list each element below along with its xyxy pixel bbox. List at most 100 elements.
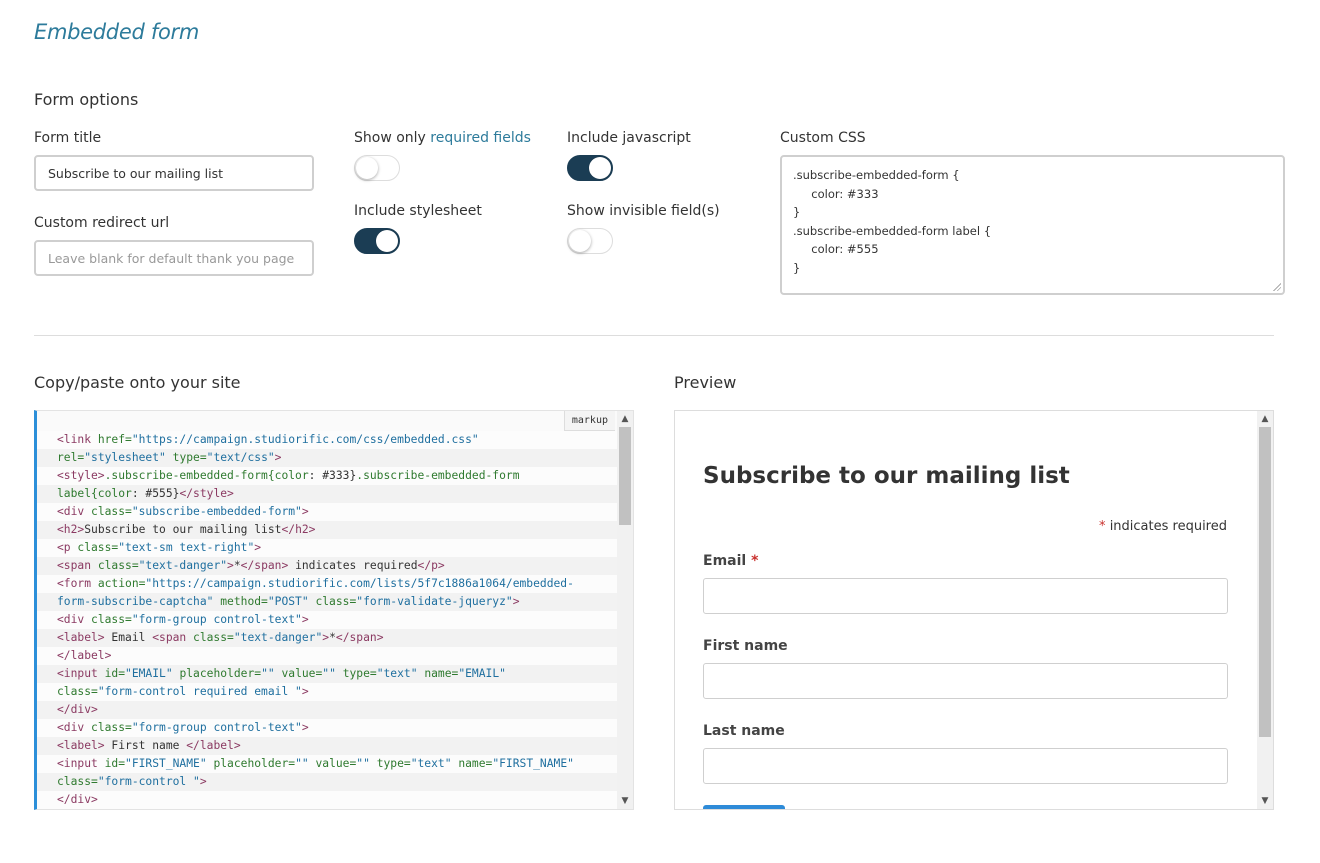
code-token: "text/css" (206, 451, 275, 464)
code-token: "text-sm text-right" (118, 541, 255, 554)
code-token: Email (104, 631, 153, 644)
resize-handle-icon[interactable] (1272, 282, 1281, 291)
code-token: <input (57, 757, 105, 770)
first-name-input[interactable] (703, 663, 1228, 699)
code-line: </div> (37, 701, 633, 719)
code-token: "FIRST_NAME" (492, 757, 574, 770)
code-token: <link (57, 433, 98, 446)
code-token: * (233, 559, 241, 572)
code-token: "https://campaign.studiorific.com/lists/… (145, 577, 574, 590)
code-line: <div class="form-group control-text"> (37, 719, 633, 737)
css-line: } (793, 260, 801, 275)
required-fields-link[interactable]: required fields (430, 130, 531, 146)
scroll-thumb[interactable] (1259, 427, 1271, 737)
code-token: method= (220, 595, 268, 608)
code-line: <link href="https://campaign.studiorific… (37, 431, 633, 449)
code-token: name= (458, 757, 493, 770)
code-line: class="form-control required email "> (37, 683, 633, 701)
code-token: </span> (240, 559, 289, 572)
email-label: Email * (703, 553, 758, 569)
code-token: "https://campaign.studiorific.com/css/em… (131, 433, 479, 446)
toggle-knob (569, 230, 591, 252)
code-token: "POST" (267, 595, 316, 608)
code-token: "form-group control-text" (131, 721, 302, 734)
code-token: "text-danger" (138, 559, 228, 572)
code-line: <h2>Subscribe to our mailing list</h2> (37, 521, 633, 539)
code-token: <form (57, 577, 98, 590)
css-line: } (793, 205, 801, 219)
code-token: </label> (186, 739, 241, 752)
code-token: </p> (417, 559, 445, 572)
scroll-up-icon[interactable]: ▲ (1257, 411, 1273, 427)
code-scrollbar[interactable]: ▲ ▼ (617, 411, 633, 809)
code-token: "EMAIL" (125, 667, 180, 680)
redirect-url-input[interactable] (34, 240, 314, 276)
css-line: color: #555 (793, 242, 879, 256)
toggle-knob (356, 157, 378, 179)
include-javascript-label: Include javascript (567, 130, 691, 146)
last-name-input[interactable] (703, 748, 1228, 784)
code-token: "EMAIL" (458, 667, 506, 680)
code-token: First name (104, 739, 187, 752)
code-token: </h2> (281, 523, 316, 536)
toggle-knob (376, 230, 398, 252)
code-token: form-subscribe-captcha" (57, 595, 221, 608)
scroll-thumb[interactable] (619, 427, 631, 525)
scroll-down-icon[interactable]: ▼ (617, 793, 633, 809)
code-token: "" (356, 757, 377, 770)
code-token: > (227, 559, 234, 572)
email-label-text: Email (703, 553, 747, 569)
code-token: "form-group control-text" (131, 613, 302, 626)
code-token: class= (91, 721, 132, 734)
code-token: class= (315, 595, 357, 608)
css-line: .subscribe-embedded-form { (793, 168, 960, 182)
code-line: <input id="EMAIL" placeholder="" value="… (37, 665, 633, 683)
show-invisible-toggle[interactable] (567, 228, 613, 254)
subscribe-button[interactable] (703, 805, 785, 809)
code-line: class="form-control "> (37, 773, 633, 791)
code-line: <p class="text-sm text-right"> (37, 539, 633, 557)
code-token: "" (295, 757, 316, 770)
scroll-up-icon[interactable]: ▲ (617, 411, 633, 427)
code-token: </div> (57, 703, 98, 716)
scroll-down-icon[interactable]: ▼ (1257, 793, 1273, 809)
first-name-label: First name (703, 638, 788, 654)
css-line: color: #333 (793, 186, 879, 201)
form-options-title: Form options (34, 90, 139, 109)
code-token: class= (193, 631, 234, 644)
code-token: > (254, 541, 262, 554)
code-token: name= (424, 667, 459, 680)
required-star: * (1099, 519, 1106, 534)
code-token: class= (91, 613, 132, 626)
custom-css-textarea[interactable]: .subscribe-embedded-form { color: #333 }… (780, 155, 1285, 295)
code-line: rel="stylesheet" type="text/css"> (37, 449, 633, 467)
toggle-knob (589, 157, 611, 179)
code-token: "form-control " (97, 775, 200, 788)
code-token: id= (104, 757, 126, 770)
required-only-toggle[interactable] (354, 155, 400, 181)
include-javascript-toggle[interactable] (567, 155, 613, 181)
required-only-prefix: Show only (354, 130, 426, 146)
code-token: <div (57, 613, 92, 626)
code-token: Subscribe to our mailing list (84, 523, 282, 536)
code-token: indicates required (288, 559, 418, 572)
code-line: </div> (37, 791, 633, 809)
code-token: "text" (376, 667, 425, 680)
code-token: <div (57, 721, 92, 734)
code-token: type= (376, 757, 411, 770)
preview-scrollbar[interactable]: ▲ ▼ (1257, 411, 1273, 809)
code-token: <h2> (57, 523, 85, 536)
css-line: .subscribe-embedded-form label { (793, 223, 992, 238)
code-line: <style>.subscribe-embedded-form{color: #… (37, 467, 633, 485)
include-stylesheet-label: Include stylesheet (354, 203, 482, 219)
form-title-input[interactable] (34, 155, 314, 191)
code-panel[interactable]: <link href="https://campaign.studiorific… (34, 410, 634, 810)
code-token: "" (322, 667, 343, 680)
code-token: type= (342, 667, 377, 680)
code-block[interactable]: <link href="https://campaign.studiorific… (37, 431, 633, 809)
email-input[interactable] (703, 578, 1228, 614)
code-token: > (199, 775, 207, 788)
code-token: </label> (57, 649, 112, 662)
include-stylesheet-toggle[interactable] (354, 228, 400, 254)
preview-frame[interactable]: Subscribe to our mailing list * indicate… (674, 410, 1274, 810)
